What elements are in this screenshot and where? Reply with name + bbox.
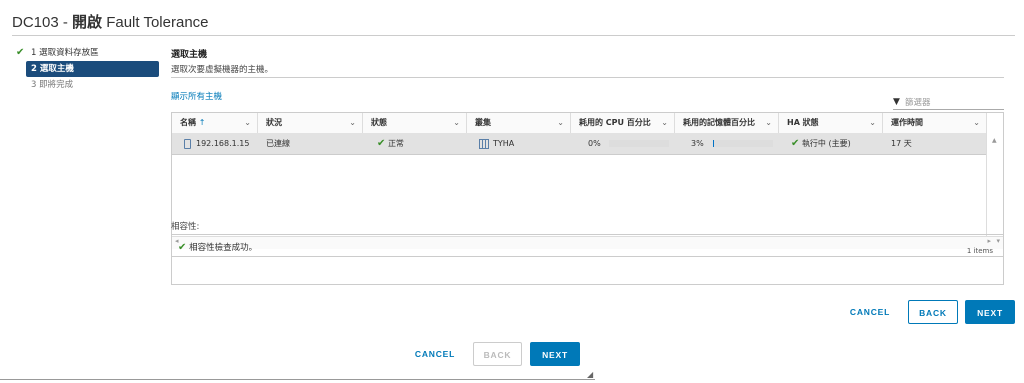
- check-icon: ✔: [16, 47, 25, 58]
- grid-header: 名稱 ↑ ⌄ 狀況 ⌄ 狀態 ⌄ 叢集 ⌄ 耗用的 CPU 百分比 ⌄ 耗用的記…: [172, 113, 987, 134]
- column-ha-label: HA 狀態: [787, 118, 819, 127]
- chevron-down-icon[interactable]: ⌄: [765, 113, 772, 133]
- ha-status-text: 執行中 (主要): [801, 139, 851, 148]
- column-header-cpu[interactable]: 耗用的 CPU 百分比 ⌄: [571, 113, 675, 133]
- check-icon: ✔: [178, 242, 187, 253]
- cluster-name: TYHA: [493, 139, 515, 148]
- step-3[interactable]: 3 即將完成: [14, 77, 159, 93]
- host-icon: [184, 138, 191, 149]
- resize-grip-icon[interactable]: ◢: [587, 370, 593, 379]
- memory-progress-fill: [712, 140, 715, 147]
- dialog-title: DC103 - 開啟 Fault Tolerance: [12, 11, 209, 32]
- filter-icon: ▼: [893, 97, 900, 107]
- column-uptime-label: 運作時間: [891, 118, 923, 127]
- section-title: 選取主機: [171, 50, 208, 60]
- section-divider: [171, 77, 1004, 78]
- step-1[interactable]: ✔ 1 選取資料存放區: [14, 45, 159, 61]
- step-1-label: 1 選取資料存放區: [31, 48, 99, 58]
- column-cluster-label: 叢集: [475, 118, 491, 127]
- column-header-cluster[interactable]: 叢集 ⌄: [467, 113, 571, 133]
- chevron-down-icon[interactable]: ⌄: [869, 113, 876, 133]
- status-text: 正常: [387, 139, 404, 148]
- table-row[interactable]: 192.168.1.15 已連線 ✔ 正常 TYHA 0% 3% ✔ 執行中 (…: [172, 133, 987, 155]
- next-button[interactable]: NEXT: [965, 300, 1015, 324]
- cell-status: ✔ 正常: [363, 133, 467, 154]
- filter-placeholder: 篩選器: [905, 98, 931, 108]
- cell-name: 192.168.1.15: [172, 133, 258, 154]
- outer-next-button[interactable]: NEXT: [530, 342, 580, 366]
- column-memory-label: 耗用的記憶體百分比: [683, 118, 755, 127]
- compatibility-text: 相容性檢查成功。: [189, 243, 258, 253]
- chevron-down-icon[interactable]: ⌄: [349, 113, 356, 133]
- column-cpu-label: 耗用的 CPU 百分比: [579, 118, 651, 127]
- sort-ascending-icon: ↑: [198, 118, 206, 127]
- cell-ha-status: ✔ 執行中 (主要): [779, 133, 883, 154]
- filter-input[interactable]: ▼ 篩選器: [893, 95, 1004, 110]
- bottom-divider: [0, 379, 595, 380]
- step-2-label: 2 選取主機: [31, 64, 74, 74]
- title-divider: [12, 35, 1015, 36]
- check-icon: ✔: [377, 138, 386, 149]
- cell-cluster: TYHA: [467, 133, 571, 154]
- column-header-condition[interactable]: 狀況 ⌄: [258, 113, 363, 133]
- memory-value: 3%: [691, 139, 704, 148]
- show-all-hosts-link[interactable]: 顯示所有主機: [171, 90, 222, 102]
- cell-uptime: 17 天: [891, 139, 912, 148]
- step-2[interactable]: 2 選取主機: [26, 61, 159, 77]
- column-status-label: 狀態: [371, 118, 387, 127]
- section-description: 選取次要虛擬機器的主機。: [171, 65, 274, 75]
- column-header-ha-status[interactable]: HA 狀態 ⌄: [779, 113, 883, 133]
- compatibility-label: 相容性:: [171, 222, 200, 232]
- vertical-scrollbar[interactable]: ▲: [986, 113, 1003, 236]
- column-header-name[interactable]: 名稱 ↑ ⌄: [172, 113, 258, 133]
- cell-memory: 3%: [675, 133, 779, 154]
- column-header-status[interactable]: 狀態 ⌄: [363, 113, 467, 133]
- memory-progress-bar: [712, 140, 773, 147]
- cell-cpu: 0%: [571, 133, 675, 154]
- compatibility-message: ✔ 相容性檢查成功。: [178, 241, 257, 253]
- chevron-down-icon[interactable]: ⌄: [557, 113, 564, 133]
- cluster-icon: [479, 138, 489, 149]
- chevron-down-icon[interactable]: ⌄: [661, 113, 668, 133]
- outer-back-button: BACK: [473, 342, 522, 366]
- cancel-button[interactable]: CANCEL: [838, 300, 902, 324]
- scroll-up-icon[interactable]: ▲: [992, 137, 997, 144]
- wizard-steps: ✔ 1 選取資料存放區 2 選取主機 3 即將完成: [14, 45, 159, 93]
- cpu-value: 0%: [588, 139, 601, 148]
- title-bold: 開啟: [72, 14, 103, 31]
- check-icon: ✔: [791, 138, 800, 149]
- chevron-down-icon[interactable]: ⌄: [973, 113, 980, 133]
- cell-condition: 已連線: [266, 139, 290, 148]
- cpu-progress-bar: [608, 140, 669, 147]
- chevron-down-icon[interactable]: ⌄: [244, 113, 251, 133]
- title-prefix: DC103 -: [12, 14, 73, 31]
- column-name-label: 名稱: [180, 118, 196, 127]
- column-condition-label: 狀況: [266, 118, 282, 127]
- title-suffix: Fault Tolerance: [102, 14, 209, 31]
- host-name: 192.168.1.15: [196, 139, 250, 148]
- compatibility-box: ✔ 相容性檢查成功。: [171, 234, 1004, 285]
- step-3-label: 3 即將完成: [31, 80, 74, 90]
- column-header-memory[interactable]: 耗用的記憶體百分比 ⌄: [675, 113, 779, 133]
- column-header-uptime[interactable]: 運作時間 ⌄: [883, 113, 987, 133]
- outer-cancel-button[interactable]: CANCEL: [404, 342, 466, 366]
- back-button[interactable]: BACK: [908, 300, 958, 324]
- chevron-down-icon[interactable]: ⌄: [453, 113, 460, 133]
